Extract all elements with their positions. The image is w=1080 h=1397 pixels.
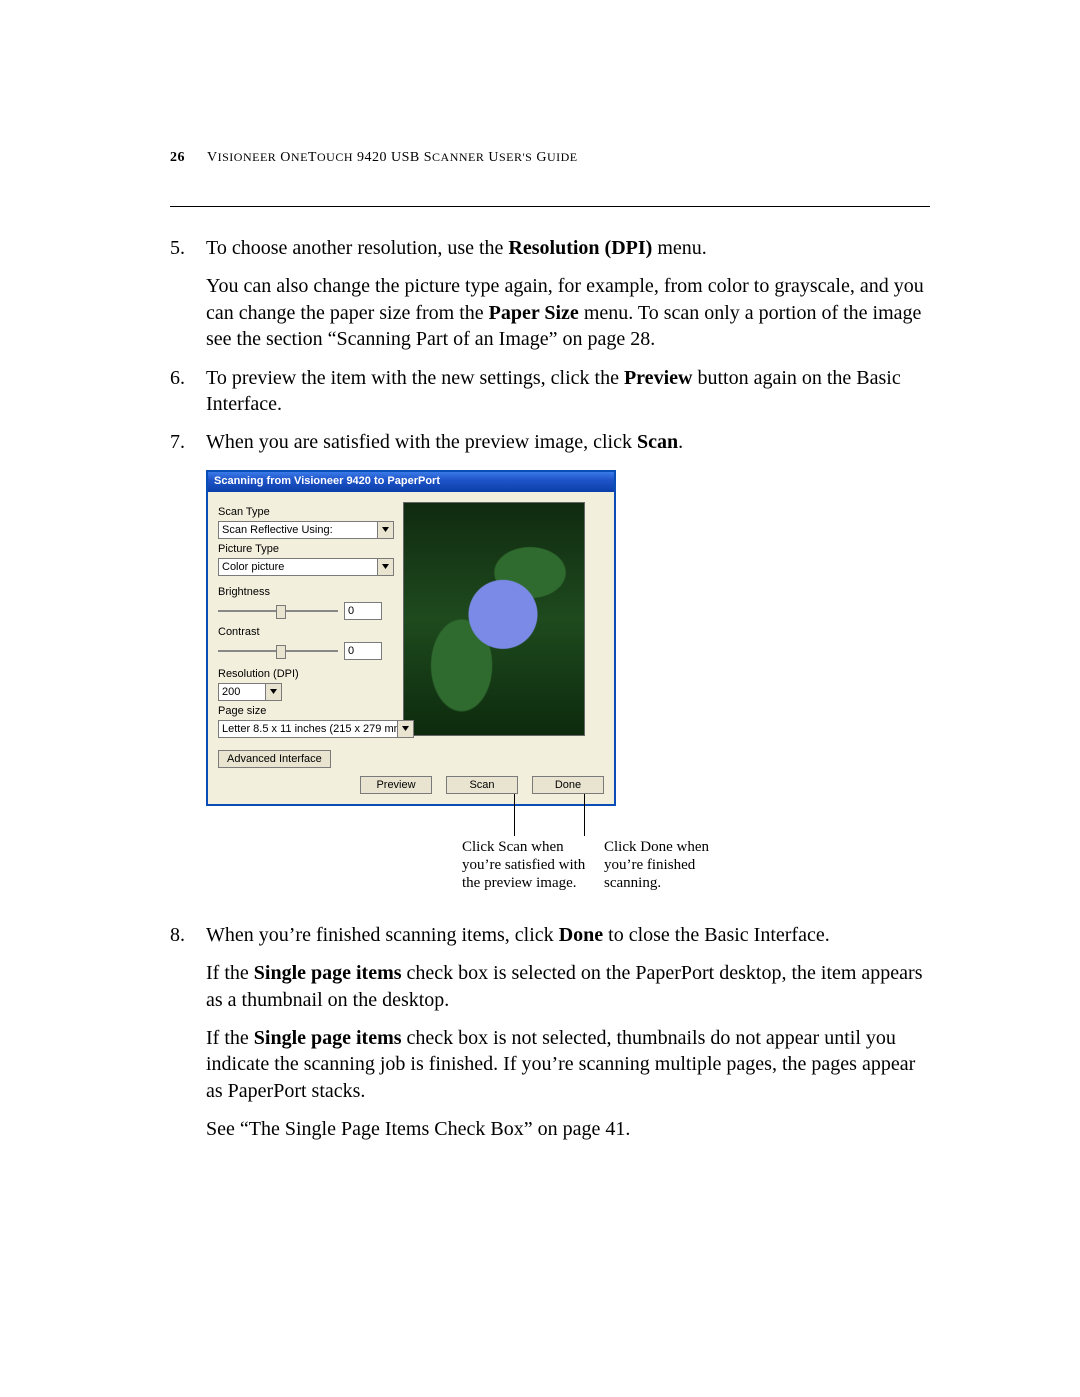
preview-image	[403, 502, 585, 736]
step-8: 8. When you’re finished scanning items, …	[170, 922, 930, 1143]
resolution-select[interactable]: 200	[218, 683, 282, 701]
scanner-dialog-figure: Scanning from Visioneer 9420 to PaperPor…	[206, 470, 616, 806]
step-5: 5. To choose another resolution, use the…	[170, 235, 930, 353]
dialog-left-panel: Scan Type Scan Reflective Using: Picture…	[218, 502, 393, 768]
page-number: 26	[170, 150, 185, 165]
step-number: 8.	[170, 922, 185, 948]
resolution-value: 200	[222, 686, 240, 698]
step-5-line2: You can also change the picture type aga…	[206, 273, 930, 352]
chevron-down-icon	[397, 721, 413, 737]
callout-scan-text: Click Scan when you’re satisfied with th…	[462, 838, 602, 892]
contrast-slider[interactable]	[218, 650, 338, 652]
brightness-slider[interactable]	[218, 610, 338, 612]
step-8-line2: If the Single page items check box is se…	[206, 960, 930, 1013]
chevron-down-icon	[377, 559, 393, 575]
chevron-down-icon	[265, 684, 281, 700]
scan-type-select[interactable]: Scan Reflective Using:	[218, 521, 394, 539]
step-8-line1: When you’re finished scanning items, cli…	[206, 922, 930, 948]
doc-title: VISIONEER ONETOUCH 9420 USB SCANNER USER…	[207, 150, 578, 165]
step-number: 5.	[170, 235, 185, 261]
scanner-dialog-window: Scanning from Visioneer 9420 to PaperPor…	[206, 470, 616, 806]
contrast-value-field[interactable]: 0	[344, 642, 382, 660]
page-size-value: Letter 8.5 x 11 inches (215 x 279 mm)	[222, 723, 406, 735]
slider-thumb[interactable]	[276, 605, 286, 619]
step-number: 7.	[170, 429, 185, 455]
scan-button[interactable]: Scan	[446, 776, 518, 794]
picture-type-select[interactable]: Color picture	[218, 558, 394, 576]
running-header: 26 VISIONEER ONETOUCH 9420 USB SCANNER U…	[170, 150, 930, 166]
scan-type-label: Scan Type	[218, 506, 393, 518]
contrast-label: Contrast	[218, 626, 393, 638]
page-size-select[interactable]: Letter 8.5 x 11 inches (215 x 279 mm)	[218, 720, 414, 738]
dialog-preview-panel	[403, 502, 585, 768]
picture-type-value: Color picture	[222, 561, 284, 573]
step-8-line3: If the Single page items check box is no…	[206, 1025, 930, 1104]
step-6: 6. To preview the item with the new sett…	[170, 365, 930, 418]
step-7: 7. When you are satisfied with the previ…	[170, 429, 930, 455]
resolution-label: Resolution (DPI)	[218, 668, 393, 680]
step-6-line1: To preview the item with the new setting…	[206, 365, 930, 418]
dialog-titlebar: Scanning from Visioneer 9420 to PaperPor…	[208, 472, 614, 492]
step-number: 6.	[170, 365, 185, 391]
figure-callouts: Click Scan when you’re satisfied with th…	[206, 812, 930, 922]
callout-line-done	[584, 794, 585, 836]
step-8-line4: See “The Single Page Items Check Box” on…	[206, 1116, 930, 1142]
done-button[interactable]: Done	[532, 776, 604, 794]
picture-type-label: Picture Type	[218, 543, 393, 555]
page-size-label: Page size	[218, 705, 393, 717]
callout-line-scan	[514, 794, 515, 836]
brightness-value-field[interactable]: 0	[344, 602, 382, 620]
step-7-line1: When you are satisfied with the preview …	[206, 429, 930, 455]
header-rule	[170, 206, 930, 207]
advanced-interface-button[interactable]: Advanced Interface	[218, 750, 331, 768]
brightness-label: Brightness	[218, 586, 393, 598]
callout-done-text: Click Done when you’re finished scanning…	[604, 838, 744, 892]
scan-type-value: Scan Reflective Using:	[222, 524, 333, 536]
preview-button[interactable]: Preview	[360, 776, 432, 794]
step-5-line1: To choose another resolution, use the Re…	[206, 235, 930, 261]
chevron-down-icon	[377, 522, 393, 538]
slider-thumb[interactable]	[276, 645, 286, 659]
